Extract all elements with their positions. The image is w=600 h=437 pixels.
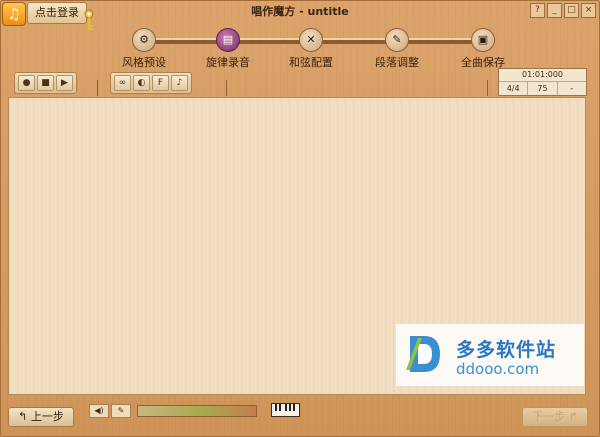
folder-icon: ▤: [216, 28, 240, 52]
tempo-value[interactable]: 75: [528, 82, 558, 95]
stop-icon[interactable]: ■: [37, 75, 54, 91]
step-label: 段落调整: [375, 56, 419, 69]
edit-toolbar: ∞ ◐ F ♪: [110, 72, 192, 94]
edit-icon: ✎: [385, 28, 409, 52]
keyboard-icon[interactable]: [271, 403, 300, 417]
link-icon[interactable]: ∞: [114, 75, 131, 91]
key-icon: [84, 9, 94, 30]
audio-controls: ◀) ✎: [89, 404, 131, 418]
transport-toolbar: ● ■ ▶: [14, 72, 77, 94]
window-controls: ? _ □ ×: [530, 3, 596, 18]
step-label: 旋律录音: [206, 56, 250, 69]
close-button[interactable]: ×: [581, 3, 596, 18]
play-icon[interactable]: ▶: [56, 75, 73, 91]
level-meter: [137, 405, 257, 417]
forward-arrow-icon: ↱: [565, 410, 578, 423]
step-label: 风格预设: [122, 56, 166, 69]
notes-icon[interactable]: ♪: [171, 75, 188, 91]
key-value[interactable]: -: [558, 82, 586, 95]
maximize-button[interactable]: □: [564, 3, 579, 18]
watermark: 多多软件站 ddooo.com: [396, 324, 584, 386]
time-readout: 01:01:000: [499, 69, 586, 82]
save-icon: ▣: [471, 28, 495, 52]
back-arrow-icon: ↰: [18, 410, 31, 423]
microphone-icon[interactable]: ✎: [111, 404, 131, 418]
watermark-logo: [406, 336, 440, 372]
watermark-url: ddooo.com: [456, 360, 540, 378]
flag-icon[interactable]: F: [152, 75, 169, 91]
step-section-adjust[interactable]: ✎ 段落调整: [357, 28, 437, 70]
tools-icon: ✕: [299, 28, 323, 52]
record-icon[interactable]: ●: [18, 75, 35, 91]
minimize-button[interactable]: _: [547, 3, 562, 18]
step-style-preset[interactable]: ⚙ 风格预设: [104, 28, 184, 70]
login-button[interactable]: 点击登录: [27, 2, 87, 24]
speaker-icon[interactable]: ◀): [89, 404, 109, 418]
watermark-title: 多多软件站: [456, 339, 557, 361]
step-save-song[interactable]: ▣ 全曲保存: [443, 28, 523, 70]
step-label: 和弦配置: [289, 56, 333, 69]
transport-display: 01:01:000 4/4 75 -: [498, 68, 587, 96]
time-signature: 4/4: [499, 82, 529, 95]
next-step-button[interactable]: 下一步 ↱: [522, 407, 588, 427]
bulb-icon[interactable]: ◐: [133, 75, 150, 91]
help-button[interactable]: ?: [530, 3, 545, 18]
window-title: 唱作魔方 - untitle: [251, 5, 349, 18]
step-melody-record[interactable]: ▤ 旋律录音: [188, 28, 268, 70]
gear-icon: ⚙: [132, 28, 156, 52]
prev-step-button[interactable]: ↰ 上一步: [8, 407, 74, 427]
step-chord-config[interactable]: ✕ 和弦配置: [271, 28, 351, 70]
app-logo-icon[interactable]: ♫: [2, 2, 26, 26]
